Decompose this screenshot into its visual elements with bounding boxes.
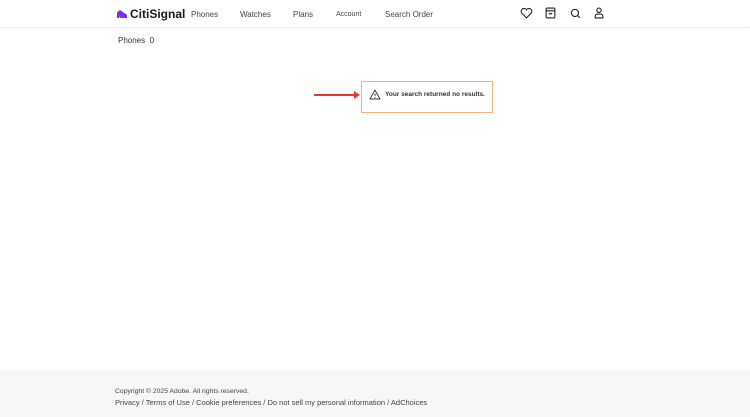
category-label: Phones (118, 36, 146, 45)
search-icon[interactable] (568, 6, 582, 20)
nav-plans[interactable]: Plans (293, 10, 313, 19)
link-adchoices[interactable]: AdChoices (391, 398, 427, 407)
footer: Copyright © 2025 Adobe. All rights reser… (0, 370, 750, 417)
result-count: 0 (149, 36, 155, 45)
brand-name: CitiSignal (130, 7, 186, 21)
nav-account[interactable]: Account (336, 11, 361, 18)
account-user-icon[interactable] (592, 6, 606, 20)
warning-icon (369, 89, 381, 100)
cart-bag-icon[interactable] (543, 6, 557, 20)
link-do-not-sell[interactable]: Do not sell my personal information (267, 398, 385, 407)
no-results-alert: Your search returned no results. (361, 81, 493, 113)
link-terms[interactable]: Terms of Use (146, 398, 190, 407)
nav-search-order[interactable]: Search Order (385, 10, 433, 19)
footer-links: Privacy / Terms of Use / Cookie preferen… (115, 398, 427, 407)
logo-icon (117, 10, 127, 18)
link-privacy[interactable]: Privacy (115, 398, 140, 407)
header: CitiSignal Phones Watches Plans Account … (0, 0, 750, 28)
wishlist-heart-icon[interactable] (519, 6, 533, 20)
annotation-arrow (314, 91, 360, 99)
nav-watches[interactable]: Watches (240, 10, 271, 19)
category-breadcrumb: Phones 0 (118, 36, 154, 45)
alert-message: Your search returned no results. (385, 91, 485, 98)
copyright: Copyright © 2025 Adobe. All rights reser… (115, 388, 249, 395)
nav-phones[interactable]: Phones (191, 10, 218, 19)
link-cookies[interactable]: Cookie preferences (196, 398, 261, 407)
brand-logo[interactable]: CitiSignal (117, 7, 185, 21)
